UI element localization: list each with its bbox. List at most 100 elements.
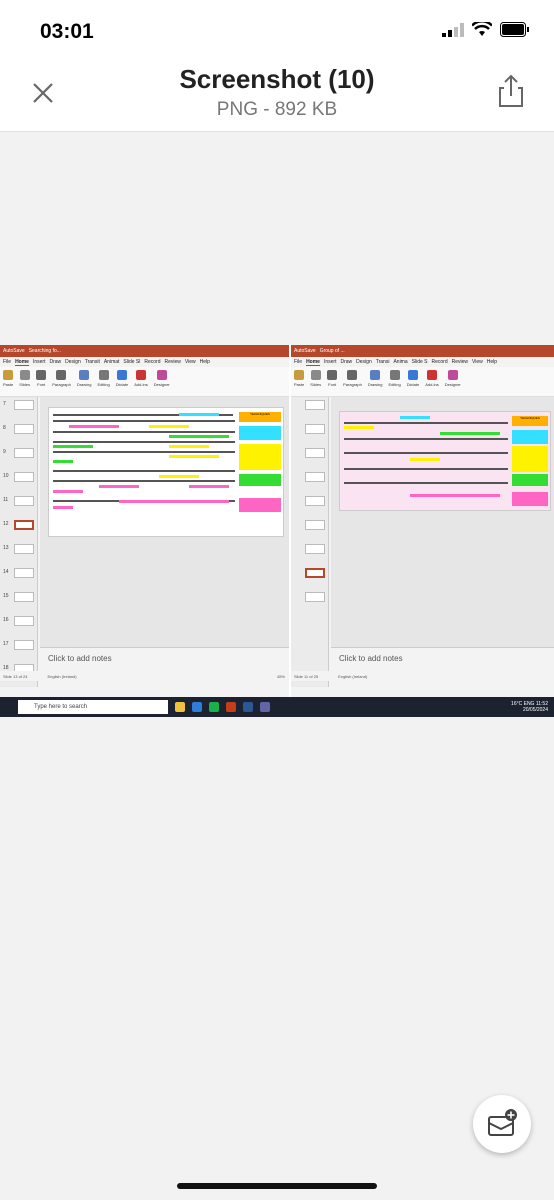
menu-record[interactable]: Record [431,359,447,365]
right-menu: File Home Insert Draw Design Transi Anim… [291,357,554,367]
slide-thumb[interactable] [14,424,34,434]
technique-box [239,474,281,486]
teams-icon[interactable] [260,702,270,712]
technique-box [239,498,281,512]
menu-design[interactable]: Design [356,359,372,365]
slide-thumb[interactable] [14,400,34,410]
slide-thumb[interactable] [14,616,34,626]
menu-view[interactable]: View [185,359,196,365]
menu-review[interactable]: Review [164,359,180,365]
menu-transitions[interactable]: Transit [85,359,100,365]
slide-thumb[interactable] [305,544,325,554]
screenshot-image: AutoSave Searching fo... File Home Inser… [0,345,554,717]
slide-thumb[interactable] [14,640,34,650]
right-title-bar: AutoSave Group of ... [291,345,554,357]
menu-draw[interactable]: Draw [49,359,61,365]
right-notes-pane[interactable]: Click to add notes [331,647,554,671]
status-time: 03:01 [40,20,94,43]
menu-slideshow[interactable]: Slide Sl [123,359,140,365]
menu-slideshow[interactable]: Slide S [412,359,428,365]
ribbon-addins[interactable]: Add-ins [425,370,439,393]
menu-insert[interactable]: Insert [33,359,46,365]
ribbon-paragraph[interactable]: Paragraph [52,370,71,393]
menu-draw[interactable]: Draw [340,359,352,365]
menu-view[interactable]: View [472,359,483,365]
menu-help[interactable]: Help [200,359,210,365]
slide-thumb[interactable] [14,496,34,506]
left-ribbon: Paste Slides Font Paragraph Drawing Edit… [0,367,289,397]
menu-design[interactable]: Design [65,359,81,365]
ribbon-slides[interactable]: Slides [310,370,321,393]
compose-mail-button[interactable] [473,1095,531,1153]
ribbon-paste[interactable]: Paste [3,370,13,393]
ribbon-addins[interactable]: Add-ins [134,370,148,393]
file-subtitle: PNG - 892 KB [216,99,338,120]
ribbon-drawing[interactable]: Drawing [77,370,92,393]
slide-thumb[interactable] [305,520,325,530]
autosave-label: AutoSave [3,348,25,354]
menu-review[interactable]: Review [452,359,468,365]
ribbon-dictate[interactable]: Dictate [116,370,128,393]
slide-thumb[interactable] [14,568,34,578]
edge-icon[interactable] [192,702,202,712]
technique-box [512,474,548,486]
menu-file[interactable]: File [3,359,11,365]
left-doc-title: Searching fo... [28,348,61,354]
powerpoint-icon[interactable] [226,702,236,712]
ribbon-drawing[interactable]: Drawing [368,370,383,393]
left-slide[interactable]: TECHNIQUES [48,407,284,537]
nav-bar: Screenshot (10) PNG - 892 KB [0,64,554,132]
menu-transitions[interactable]: Transi [376,359,390,365]
menu-file[interactable]: File [294,359,302,365]
signal-icon [442,22,464,37]
left-notes-pane[interactable]: Click to add notes [40,647,289,671]
menu-animations[interactable]: Anima [393,359,407,365]
ribbon-editing[interactable]: Editing [389,370,401,393]
technique-box [512,446,548,472]
right-slide-thumbnails [291,397,329,687]
slide-thumb[interactable] [305,496,325,506]
right-slide-canvas: TECHNIQUES [331,397,554,647]
ribbon-paste[interactable]: Paste [294,370,304,393]
left-powerpoint-window: AutoSave Searching fo... File Home Inser… [0,345,289,703]
chrome-icon[interactable] [209,702,219,712]
menu-insert[interactable]: Insert [324,359,337,365]
techniques-box: TECHNIQUES [239,412,281,422]
menu-home[interactable]: Home [306,359,320,366]
file-title: Screenshot (10) [179,64,375,94]
slide-thumb-active[interactable] [14,520,34,530]
ribbon-editing[interactable]: Editing [98,370,110,393]
slide-thumb[interactable] [14,592,34,602]
menu-home[interactable]: Home [15,359,29,366]
menu-record[interactable]: Record [144,359,160,365]
right-slide[interactable]: TECHNIQUES [339,411,551,511]
word-icon[interactable] [243,702,253,712]
techniques-box: TECHNIQUES [512,416,548,426]
ribbon-dictate[interactable]: Dictate [407,370,419,393]
file-explorer-icon[interactable] [175,702,185,712]
slide-thumb[interactable] [14,544,34,554]
left-slide-canvas: TECHNIQUES [40,397,289,647]
technique-box [512,430,548,444]
slide-thumb[interactable] [14,472,34,482]
ribbon-font[interactable]: Font [327,370,338,393]
menu-animations[interactable]: Animat [104,359,120,365]
slide-thumb[interactable] [305,400,325,410]
right-doc-title: Group of ... [319,348,345,354]
ribbon-designer[interactable]: Designer [154,370,170,393]
slide-thumb[interactable] [14,448,34,458]
status-icons [442,22,530,37]
slide-thumb[interactable] [305,448,325,458]
slide-thumb[interactable] [305,424,325,434]
ribbon-designer[interactable]: Designer [445,370,461,393]
taskbar-search-input[interactable]: Type here to search [18,700,168,714]
slide-thumb[interactable] [305,472,325,482]
right-status-bar: Slide 11 of 25 English (Ireland) [291,671,554,681]
share-icon[interactable] [496,74,526,108]
ribbon-paragraph[interactable]: Paragraph [343,370,362,393]
ribbon-slides[interactable]: Slides [19,370,30,393]
slide-thumb-active[interactable] [305,568,325,578]
menu-help[interactable]: Help [487,359,497,365]
slide-thumb[interactable] [305,592,325,602]
ribbon-font[interactable]: Font [36,370,47,393]
